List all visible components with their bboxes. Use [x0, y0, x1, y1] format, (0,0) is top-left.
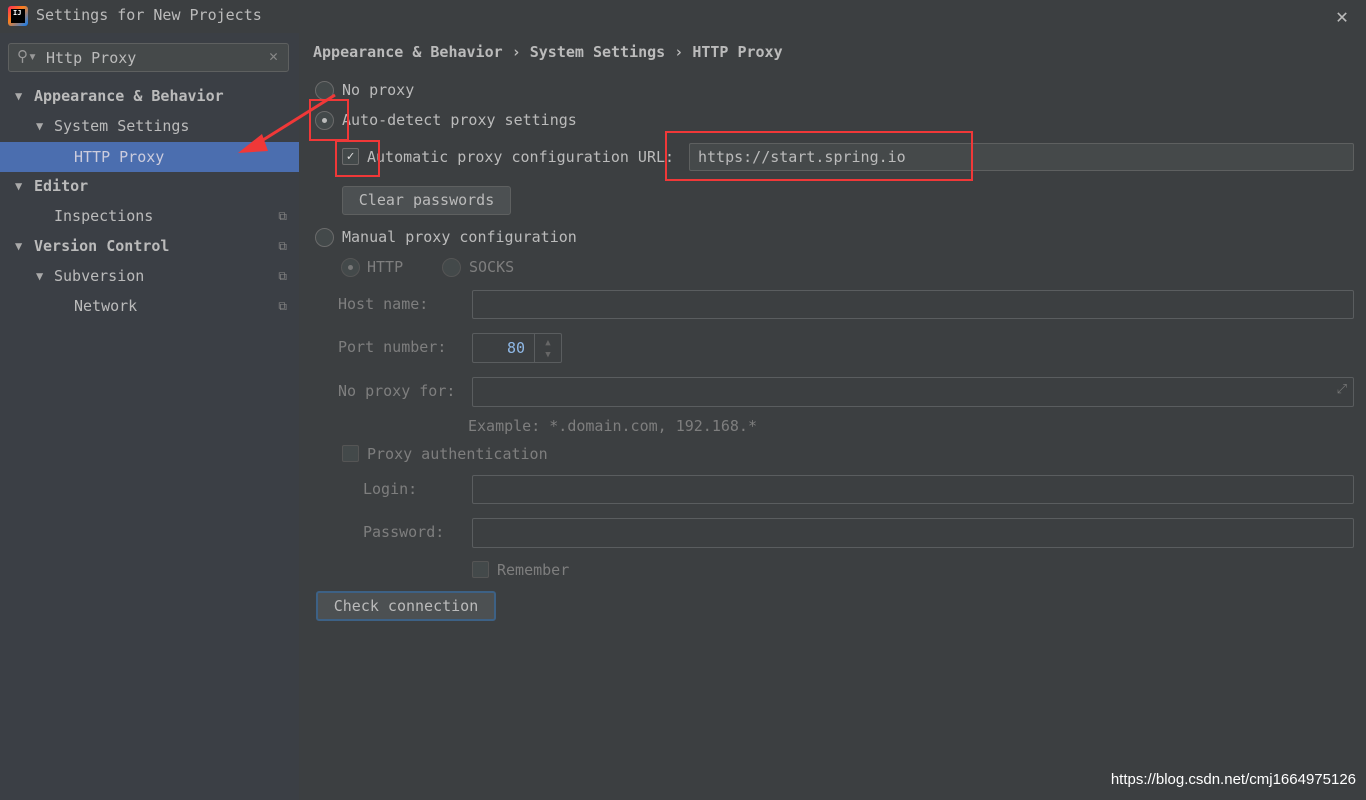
- watermark: https://blog.csdn.net/cmj1664975126: [1110, 771, 1356, 788]
- annotation-arrow-icon: [238, 93, 336, 153]
